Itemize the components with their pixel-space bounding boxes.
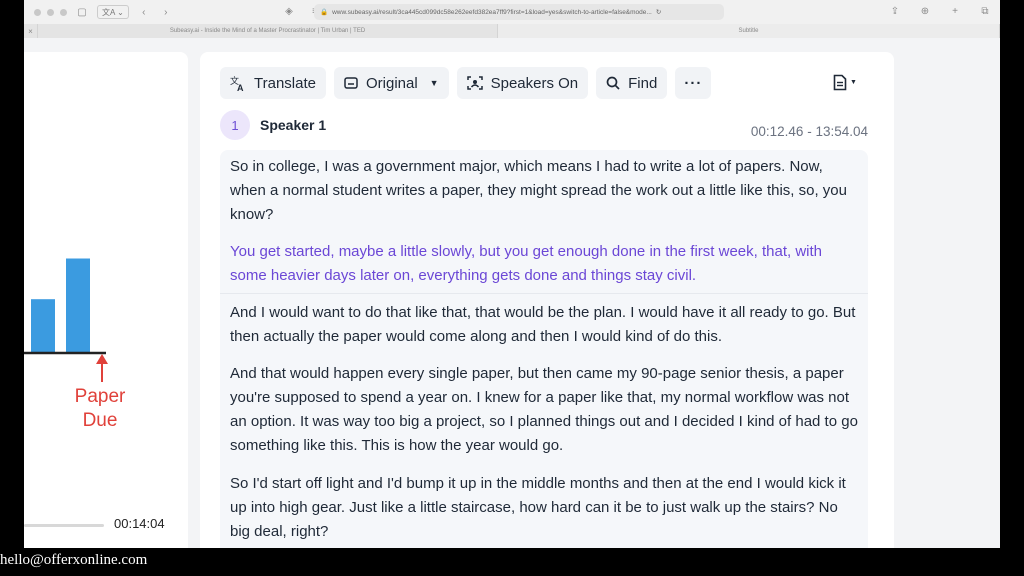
speaker-name[interactable]: Speaker 1 bbox=[260, 117, 326, 133]
svg-text:A: A bbox=[237, 83, 244, 91]
search-icon bbox=[606, 76, 620, 90]
transcript-paragraph[interactable]: So in college, I was a government major,… bbox=[230, 155, 860, 227]
sidebar-toggle-icon[interactable]: ▢ bbox=[75, 5, 89, 19]
original-dropdown[interactable]: Original ▼ bbox=[333, 67, 449, 99]
original-label: Original bbox=[365, 74, 418, 92]
tab-label: Subeasy.ai - Inside the Mind of a Master… bbox=[169, 28, 366, 34]
speakers-icon bbox=[466, 76, 483, 90]
tab-subtitle[interactable]: Subtitle bbox=[498, 24, 1000, 38]
transcript-paragraph[interactable]: And that would happen every single paper… bbox=[230, 362, 860, 458]
new-tab-icon[interactable]: + bbox=[948, 4, 962, 18]
browser-window: ▢ 文A ⌄ ‹ › ◈ ≡ 🔒 www.subeasy.ai/result/3… bbox=[24, 0, 1000, 548]
translate-button[interactable]: 文 A Translate bbox=[220, 67, 326, 99]
speakers-toggle-button[interactable]: Speakers On bbox=[456, 67, 589, 99]
find-label: Find bbox=[628, 74, 658, 92]
document-icon bbox=[833, 74, 847, 91]
maximize-window-button[interactable] bbox=[60, 8, 67, 16]
download-icon[interactable]: ⊕ bbox=[918, 4, 932, 18]
speaker-avatar[interactable]: 1 bbox=[220, 110, 250, 140]
browser-toolbar: ▢ 文A ⌄ ‹ › ◈ ≡ 🔒 www.subeasy.ai/result/3… bbox=[24, 0, 1000, 24]
chart-bar bbox=[31, 299, 55, 352]
address-bar[interactable]: 🔒 www.subeasy.ai/result/3ca445cd099dc58e… bbox=[314, 4, 724, 20]
video-panel: Paper Due 00:14:04 le ▼ bbox=[24, 52, 188, 548]
translate-page-icon[interactable]: 文A ⌄ bbox=[97, 5, 129, 19]
video-frame-chart: Paper Due bbox=[24, 258, 126, 431]
chart-bar bbox=[66, 258, 90, 352]
caret-down-icon: ▼ bbox=[850, 79, 857, 86]
paragraph-divider bbox=[220, 293, 868, 294]
more-icon: ··· bbox=[684, 74, 703, 92]
share-icon[interactable]: ⇪ bbox=[888, 4, 902, 18]
shield-icon[interactable]: ◈ bbox=[282, 4, 296, 18]
translate-icon: 文 A bbox=[230, 75, 244, 91]
transcript-paragraph[interactable]: So I'd start off light and I'd bump it u… bbox=[230, 472, 860, 544]
video-duration: 00:14:04 bbox=[114, 516, 165, 531]
address-text: www.subeasy.ai/result/3ca445cd099dc58e26… bbox=[332, 8, 652, 16]
transcript-paragraphs: So in college, I was a government major,… bbox=[220, 150, 868, 548]
transcript-panel: 文 A Translate Original ▼ Speakers On Fin… bbox=[200, 52, 894, 548]
tab-close-icon[interactable]: × bbox=[24, 24, 38, 38]
transcript-paragraph[interactable]: And I would want to do that like that, t… bbox=[230, 301, 860, 349]
back-arrow-icon[interactable]: ‹ bbox=[137, 5, 151, 19]
minimize-window-button[interactable] bbox=[47, 8, 54, 16]
speaker-timestamp: 00:12.46 - 13:54.04 bbox=[750, 124, 868, 139]
find-button[interactable]: Find bbox=[596, 67, 668, 99]
close-window-button[interactable] bbox=[34, 8, 41, 16]
tab-overview-icon[interactable]: ⧉ bbox=[978, 4, 992, 18]
speaker-header: 1 Speaker 1 00:12.46 - 13:54.04 bbox=[220, 110, 868, 140]
tab-bar: × Subeasy.ai - Inside the Mind of a Mast… bbox=[24, 24, 1000, 38]
video-progress-bar[interactable] bbox=[24, 524, 104, 527]
transcript-paragraph-active[interactable]: You get started, maybe a little slowly, … bbox=[230, 240, 860, 288]
tab-subeasy[interactable]: Subeasy.ai - Inside the Mind of a Master… bbox=[38, 24, 498, 38]
more-options-button[interactable]: ··· bbox=[675, 67, 712, 99]
window-controls bbox=[34, 8, 67, 16]
watermark-text: hello@offerxonline.com bbox=[0, 552, 148, 568]
reload-icon[interactable]: ↻ bbox=[656, 8, 661, 16]
translate-label: Translate bbox=[254, 74, 316, 92]
lock-icon: 🔒 bbox=[320, 9, 329, 16]
transcript-toolbar: 文 A Translate Original ▼ Speakers On Fin… bbox=[220, 67, 712, 99]
caret-down-icon: ▼ bbox=[429, 78, 439, 88]
paper-due-label-line1: Paper bbox=[75, 386, 126, 407]
speakers-label: Speakers On bbox=[490, 74, 579, 92]
subtitle-icon bbox=[344, 77, 358, 89]
paper-due-label-line2: Due bbox=[83, 410, 118, 431]
export-document-dropdown[interactable]: ▼ bbox=[833, 74, 857, 91]
forward-arrow-icon[interactable]: › bbox=[159, 5, 173, 19]
due-arrow-head bbox=[96, 354, 108, 364]
tab-label: Subtitle bbox=[738, 28, 759, 34]
